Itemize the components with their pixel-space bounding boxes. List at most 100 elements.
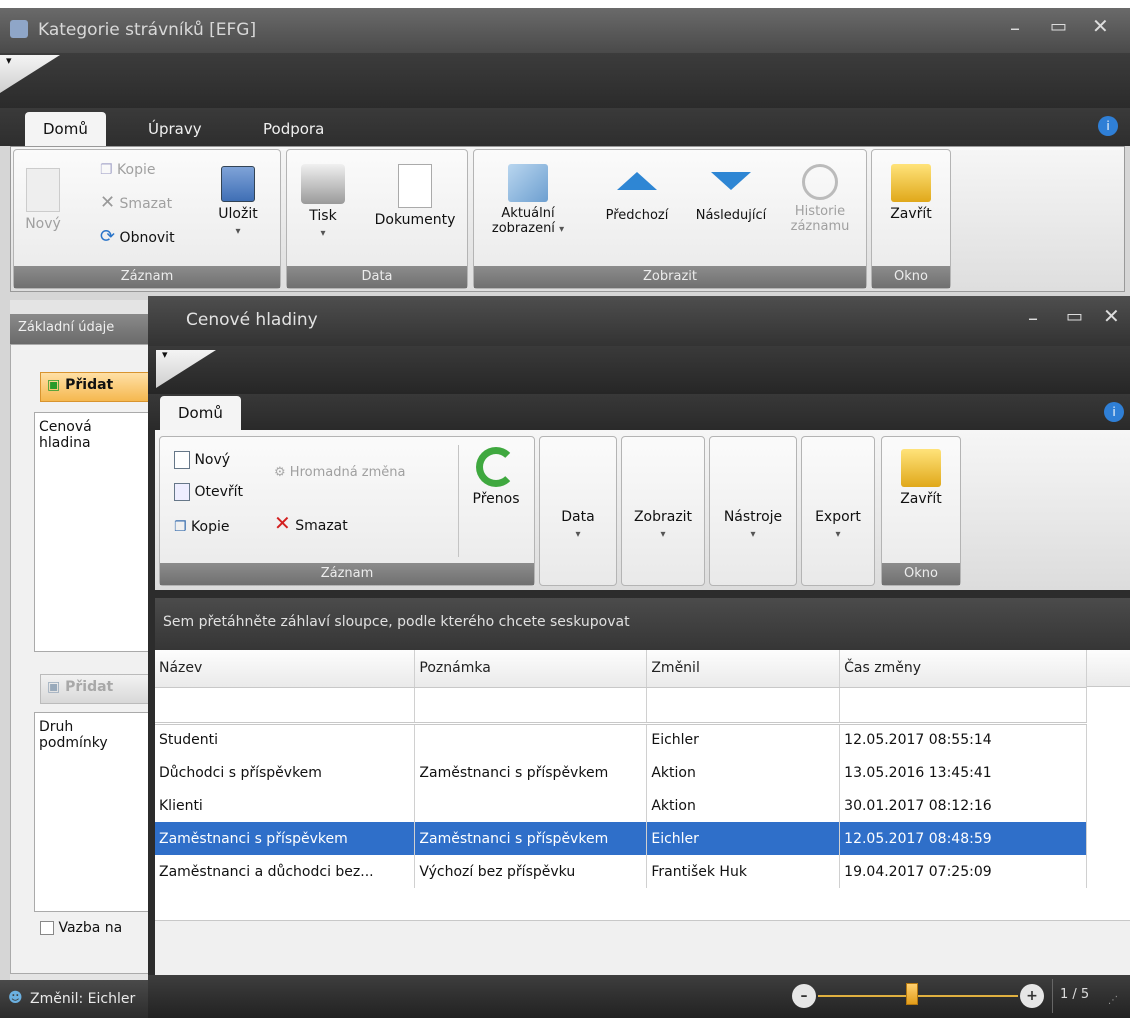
table-row[interactable]: Důchodci s příspěvkem Zaměstnanci s přís… [155, 756, 1087, 789]
predchozi-button[interactable]: Předchozí [592, 172, 682, 223]
kopie-button[interactable]: ❐ Kopie [100, 162, 155, 178]
cell-zmenil[interactable]: Aktion [646, 789, 841, 822]
novy-label: Nový [25, 216, 61, 232]
close-icon[interactable]: ✕ [1092, 14, 1109, 38]
zoom-out-icon[interactable]: – [792, 984, 816, 1008]
group-zobrazit: Aktuální zobrazení ▾ Předchozí Následujíc… [473, 149, 867, 289]
qat-dropdown-icon[interactable]: ▾ [6, 54, 12, 67]
fg-zobrazit-label: Zobrazit [633, 509, 693, 525]
add-icon: ▣ [47, 679, 61, 695]
cell-nazev[interactable]: Studenti [155, 723, 416, 756]
novy-button[interactable]: Nový [18, 168, 68, 232]
fg-help-icon[interactable]: i [1104, 402, 1124, 422]
fg-close-icon[interactable]: ✕ [1103, 304, 1120, 328]
list-cenova-hladina: Cenová hladina [34, 412, 150, 652]
cell-zmenil[interactable]: Eichler [646, 723, 841, 756]
aktualni-zobrazeni-button[interactable]: Aktuální zobrazení ▾ [478, 164, 578, 236]
cell-zmenil[interactable]: František Huk [646, 855, 841, 888]
tab-domu[interactable]: Domů [25, 112, 106, 146]
obnovit-button[interactable]: ⟳ Obnovit [100, 226, 175, 247]
filter-cell-cas[interactable] [839, 687, 1087, 725]
filter-cell-nazev[interactable] [155, 687, 416, 725]
zavrit-button[interactable]: Zavřít [878, 164, 944, 222]
fg-maximize-icon[interactable]: ▭ [1066, 306, 1083, 327]
cell-nazev[interactable]: Klienti [155, 789, 416, 822]
checkbox-box[interactable] [40, 921, 54, 935]
group-zaznam-label: Záznam [14, 266, 280, 288]
fg-otevrit-label: Otevřít [194, 484, 243, 500]
zoom-in-icon[interactable]: + [1020, 984, 1044, 1008]
tisk-button[interactable]: Tisk ▾ [293, 164, 353, 240]
fg-minimize-icon[interactable]: – [1028, 306, 1038, 330]
column-header-nazev[interactable]: Název [155, 650, 416, 688]
help-icon[interactable]: i [1098, 116, 1118, 136]
cell-cas-zmeny[interactable]: 30.01.2017 08:12:16 [839, 789, 1087, 822]
dokumenty-button[interactable]: Dokumenty [365, 164, 465, 228]
tab-podpora[interactable]: Podpora [245, 112, 342, 146]
bulk-edit-icon: ⚙ [274, 465, 286, 480]
filter-cell-zmenil[interactable] [646, 687, 841, 725]
pridat-button-2[interactable]: ▣ Přidat [40, 674, 150, 704]
bg-title-bar: Kategorie strávníků [EFG] – ▭ ✕ [0, 8, 1130, 53]
filter-cell-poznamka[interactable] [414, 687, 648, 725]
column-header-zmenil[interactable]: Změnil [646, 650, 841, 688]
cell-poznamka[interactable]: Zaměstnanci s příspěvkem [414, 756, 648, 789]
fg-zobrazit-button[interactable]: Zobrazit ▾ [622, 509, 704, 541]
maximize-icon[interactable]: ▭ [1050, 16, 1067, 37]
fg-data-button[interactable]: Data ▾ [540, 509, 616, 541]
cell-nazev[interactable]: Zaměstnanci s příspěvkem [155, 822, 416, 855]
aktualni-label-2: zobrazení [491, 221, 555, 236]
column-header-poznamka[interactable]: Poznámka [414, 650, 648, 688]
nasledujici-button[interactable]: Následující [686, 172, 776, 223]
fg-nastroje-button[interactable]: Nástroje ▾ [710, 509, 796, 541]
vazba-label: Vazba na [58, 920, 123, 936]
cell-cas-zmeny[interactable]: 12.05.2017 08:55:14 [839, 723, 1087, 756]
minimize-icon[interactable]: – [1010, 16, 1020, 40]
cell-cas-zmeny[interactable]: 12.05.2017 08:48:59 [839, 822, 1087, 855]
fg-prenos-button[interactable]: Přenos [462, 447, 530, 507]
historie-button[interactable]: Historie záznamu [780, 164, 860, 234]
column-header-cas-zmeny[interactable]: Čas změny [839, 650, 1087, 688]
cell-poznamka[interactable]: Zaměstnanci s příspěvkem [414, 822, 648, 855]
resize-grip-icon[interactable]: ⋰ [1108, 995, 1118, 1006]
cell-zmenil[interactable]: Eichler [646, 822, 841, 855]
pridat-button-1[interactable]: ▣ Přidat [40, 372, 150, 402]
cell-poznamka[interactable] [414, 723, 648, 756]
zoom-slider-track[interactable] [818, 995, 1018, 997]
tab-upravy[interactable]: Úpravy [130, 112, 220, 146]
vazba-checkbox[interactable]: Vazba na [40, 920, 122, 936]
cell-zmenil[interactable]: Aktion [646, 756, 841, 789]
nasledujici-label: Následující [695, 208, 767, 223]
tisk-label: Tisk [309, 208, 337, 224]
fg-export-button[interactable]: Export ▾ [802, 509, 874, 541]
table-row[interactable]: Studenti Eichler 12.05.2017 08:55:14 [155, 723, 1087, 756]
fg-title-bar: Cenové hladiny – ▭ ✕ [148, 296, 1130, 346]
ulozit-button[interactable]: Uložit ▾ [210, 166, 266, 238]
group-by-panel[interactable]: Sem přetáhněte záhlaví sloupce, podle kt… [155, 598, 1130, 650]
tab-zakladni-udaje[interactable]: Základní údaje [10, 314, 150, 344]
cell-nazev[interactable]: Zaměstnanci a důchodci bez... [155, 855, 416, 888]
dropdown-arrow-icon: ▾ [660, 529, 666, 540]
fg-hromadna-zmena-button[interactable]: ⚙ Hromadná změna [274, 465, 406, 480]
smazat-button[interactable]: ✕ Smazat [100, 192, 172, 213]
zoom-slider-thumb[interactable] [906, 983, 918, 1005]
table-row-selected[interactable]: Zaměstnanci s příspěvkem Zaměstnanci s p… [155, 822, 1087, 855]
fg-otevrit-button[interactable]: Otevřít [174, 483, 243, 501]
fg-smazat-button[interactable]: ✕ Smazat [274, 511, 348, 535]
bg-window-title: Kategorie strávníků [EFG] [38, 20, 257, 40]
table-row[interactable]: Zaměstnanci a důchodci bez... Výchozí be… [155, 855, 1087, 888]
table-row[interactable]: Klienti Aktion 30.01.2017 08:12:16 [155, 789, 1087, 822]
fg-novy-button[interactable]: Nový [174, 451, 230, 469]
cell-nazev[interactable]: Důchodci s příspěvkem [155, 756, 416, 789]
qat-dropdown-icon[interactable]: ▾ [162, 348, 168, 361]
fg-zavrit-button[interactable]: Zavřít [888, 449, 954, 507]
cell-cas-zmeny[interactable]: 19.04.2017 07:25:09 [839, 855, 1087, 888]
fg-tab-domu[interactable]: Domů [160, 396, 241, 430]
page-indicator: 1 / 5 [1060, 987, 1090, 1002]
cell-poznamka[interactable] [414, 789, 648, 822]
zavrit-label: Zavřít [890, 206, 932, 222]
fg-kopie-button[interactable]: ❐ Kopie [174, 519, 229, 535]
list2-header: Druh podmínky [39, 719, 108, 751]
cell-cas-zmeny[interactable]: 13.05.2016 13:45:41 [839, 756, 1087, 789]
cell-poznamka[interactable]: Výchozí bez příspěvku [414, 855, 648, 888]
